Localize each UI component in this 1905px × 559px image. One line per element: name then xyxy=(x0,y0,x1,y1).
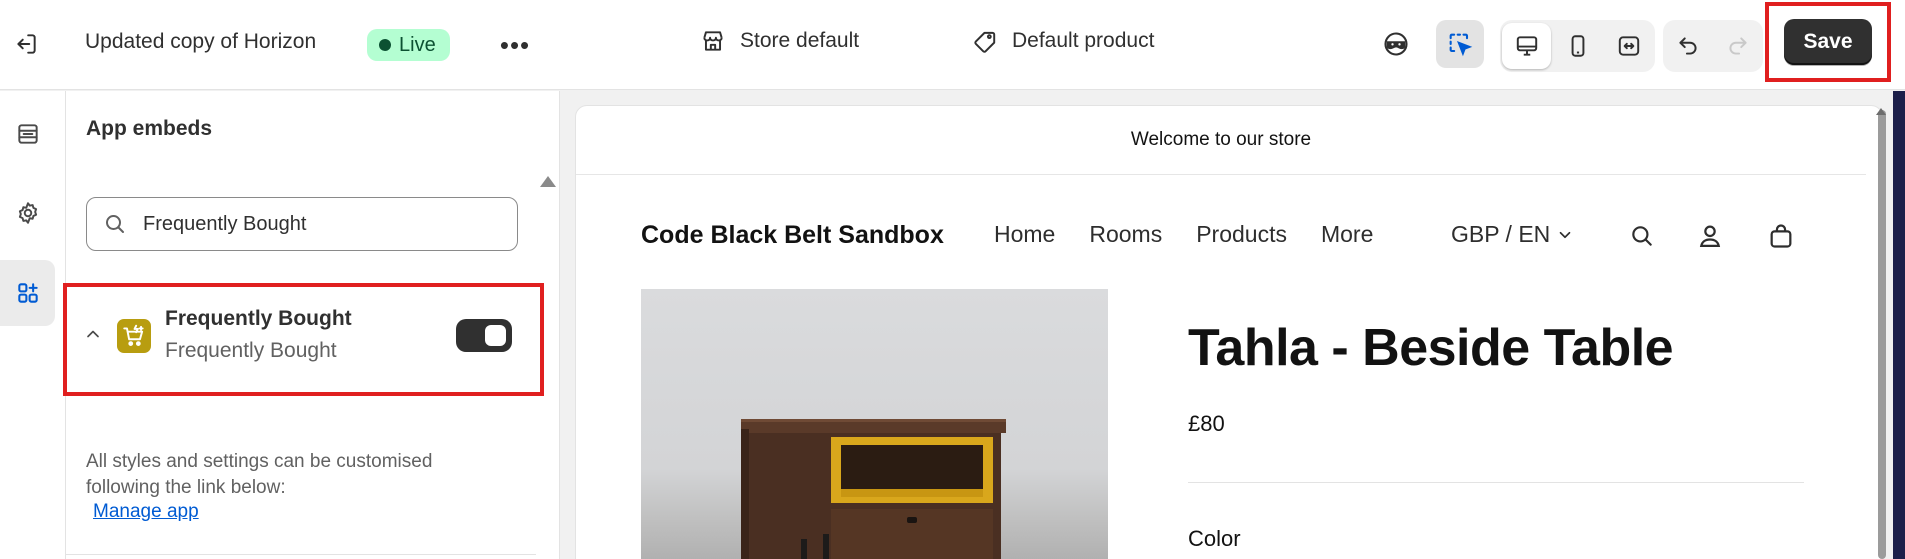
product-title: Tahla - Beside Table xyxy=(1188,319,1674,377)
storefront-preview[interactable]: Welcome to our store Code Black Belt San… xyxy=(575,105,1883,559)
account-button[interactable] xyxy=(1694,220,1726,252)
chevron-up-icon xyxy=(87,330,99,338)
store-logo[interactable]: Code Black Belt Sandbox xyxy=(641,221,944,250)
exit-icon xyxy=(17,34,36,54)
template-selector[interactable]: Default product xyxy=(972,28,1154,54)
sections-nav-button[interactable] xyxy=(0,101,55,167)
header-nav: Home Rooms Products More xyxy=(994,221,1373,248)
variant-option-label: Color xyxy=(1188,526,1241,551)
nav-item-more[interactable]: More xyxy=(1321,221,1373,248)
embed-subtitle: Frequently Bought xyxy=(165,339,337,362)
mobile-view-button[interactable] xyxy=(1553,23,1602,69)
localization-label: GBP / EN xyxy=(1451,221,1551,247)
app-embeds-nav-button[interactable] xyxy=(0,260,55,326)
preview-scroll-up-arrow[interactable] xyxy=(1876,108,1886,115)
help-text: All styles and settings can be customise… xyxy=(86,451,433,498)
undo-icon xyxy=(1679,37,1697,55)
chevron-down-icon xyxy=(1559,231,1571,238)
embed-name: Frequently Bought xyxy=(165,307,352,330)
cart-icon xyxy=(123,324,144,346)
bedside-table-illustration xyxy=(741,419,1006,559)
search-icon xyxy=(106,215,124,233)
apps-icon xyxy=(17,283,38,303)
expand-horizontal-icon xyxy=(1618,36,1639,56)
select-cursor-icon xyxy=(1449,33,1473,57)
announcement-bar: Welcome to our store xyxy=(576,106,1866,175)
preview-scrollbar[interactable] xyxy=(1878,110,1886,559)
localization-selector[interactable]: GBP / EN xyxy=(1451,221,1574,248)
embed-enable-toggle[interactable] xyxy=(456,319,512,352)
tag-icon xyxy=(974,31,996,53)
store-selector-label: Store default xyxy=(740,29,860,52)
sections-icon xyxy=(17,124,38,144)
exit-editor-button[interactable] xyxy=(10,28,42,60)
mobile-icon xyxy=(1571,35,1584,57)
redo-icon xyxy=(1729,37,1747,55)
gear-icon xyxy=(18,202,37,224)
sidekick-button[interactable] xyxy=(1372,20,1420,68)
store-icon xyxy=(703,31,723,51)
user-icon xyxy=(1699,225,1721,248)
background-window-edge xyxy=(1893,91,1905,559)
sidekick-icon xyxy=(1384,32,1408,56)
app-embed-search xyxy=(86,197,518,251)
product-price: £80 xyxy=(1188,411,1225,436)
nav-item-home[interactable]: Home xyxy=(994,221,1055,248)
product-divider xyxy=(1188,482,1804,483)
cart-button[interactable] xyxy=(1765,220,1797,252)
frequently-bought-app-logo xyxy=(117,319,151,353)
header-search-button[interactable] xyxy=(1626,220,1658,252)
toggle-knob xyxy=(485,325,506,346)
live-status-badge: Live xyxy=(367,29,450,61)
nav-item-products[interactable]: Products xyxy=(1196,221,1287,248)
history-controls xyxy=(1663,20,1763,72)
desktop-icon xyxy=(1516,36,1537,56)
manage-app-link[interactable]: Manage app xyxy=(93,501,199,523)
undo-button[interactable] xyxy=(1665,23,1711,69)
top-bar: Updated copy of Horizon Live ••• Store d… xyxy=(0,0,1905,90)
search-icon xyxy=(1632,226,1652,246)
live-status-label: Live xyxy=(399,33,436,56)
store-selector[interactable]: Store default xyxy=(700,28,859,54)
template-selector-label: Default product xyxy=(1012,29,1155,52)
nav-item-rooms[interactable]: Rooms xyxy=(1089,221,1162,248)
panel-divider xyxy=(66,554,536,555)
live-dot-icon xyxy=(379,39,391,51)
inspector-toggle-button[interactable] xyxy=(1436,20,1484,68)
collapse-embed-button[interactable] xyxy=(83,324,103,349)
save-button[interactable]: Save xyxy=(1784,19,1872,65)
redo-button[interactable] xyxy=(1715,23,1761,69)
more-horizontal-icon: ••• xyxy=(499,29,531,60)
theme-name: Updated copy of Horizon xyxy=(85,30,317,53)
theme-settings-nav-button[interactable] xyxy=(0,180,55,246)
bag-icon xyxy=(1770,224,1792,248)
panel-title: App embeds xyxy=(86,117,213,140)
panel-scroll-up-arrow[interactable] xyxy=(540,176,556,187)
app-embeds-panel: App embeds Frequently Bought Frequently … xyxy=(63,91,560,559)
more-actions-button[interactable]: ••• xyxy=(495,28,535,62)
fullscreen-view-button[interactable] xyxy=(1604,23,1653,69)
left-nav-rail xyxy=(0,91,66,559)
desktop-view-button[interactable] xyxy=(1502,23,1551,69)
product-image[interactable] xyxy=(641,289,1108,559)
viewport-switcher xyxy=(1500,20,1655,72)
save-button-highlight: Save xyxy=(1765,2,1891,82)
search-input[interactable] xyxy=(143,212,483,236)
preview-area: Welcome to our store Code Black Belt San… xyxy=(561,91,1905,559)
app-embed-item-highlight: Frequently Bought Frequently Bought xyxy=(63,283,544,396)
